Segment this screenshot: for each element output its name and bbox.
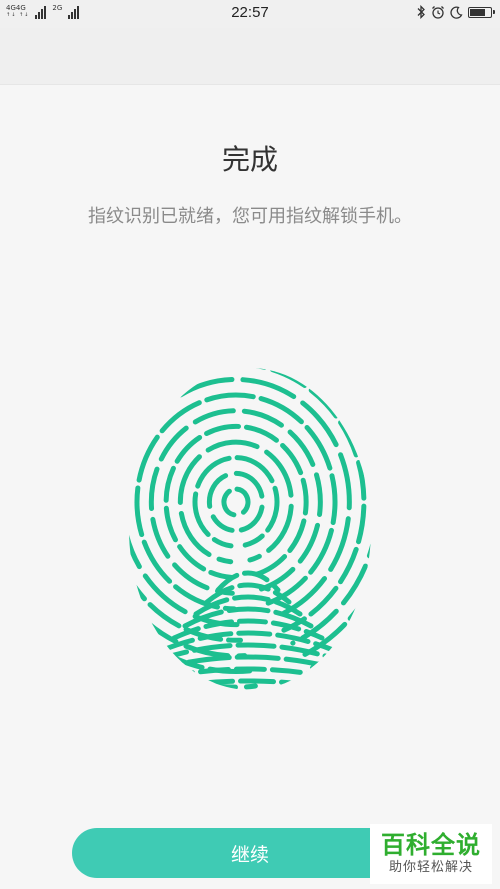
- screen: 4G4G ↑↓ ↑↓ 2G 22:57 完成 指纹识别已就绪，您可用指纹解锁手机…: [0, 0, 500, 889]
- fingerprint-ridge: [148, 408, 323, 596]
- battery-fill: [470, 8, 486, 16]
- watermark: 百科全说 助你轻松解决: [370, 824, 492, 884]
- status-bar: 4G4G ↑↓ ↑↓ 2G 22:57: [0, 0, 500, 28]
- page-subtitle: 指纹识别已就绪，您可用指纹解锁手机。: [88, 206, 412, 227]
- fingerprint-ridge: [129, 368, 371, 674]
- watermark-subtitle: 助你轻松解决: [388, 860, 473, 875]
- fingerprint-ridge: [221, 486, 251, 518]
- fingerprint-icon: [129, 368, 371, 690]
- fingerprint-ridge: [163, 423, 309, 580]
- fingerprint-ridge: [206, 470, 265, 533]
- battery-icon: [468, 6, 495, 18]
- fingerprint-ridge: [129, 376, 352, 628]
- page-title: 完成: [221, 143, 278, 176]
- moon-icon: [450, 5, 463, 19]
- bluetooth-icon: [417, 5, 425, 19]
- alarm-clock-icon: [432, 6, 444, 19]
- watermark-title: 百科全说: [381, 831, 481, 859]
- header-band: [0, 28, 500, 85]
- status-icons: [416, 5, 495, 19]
